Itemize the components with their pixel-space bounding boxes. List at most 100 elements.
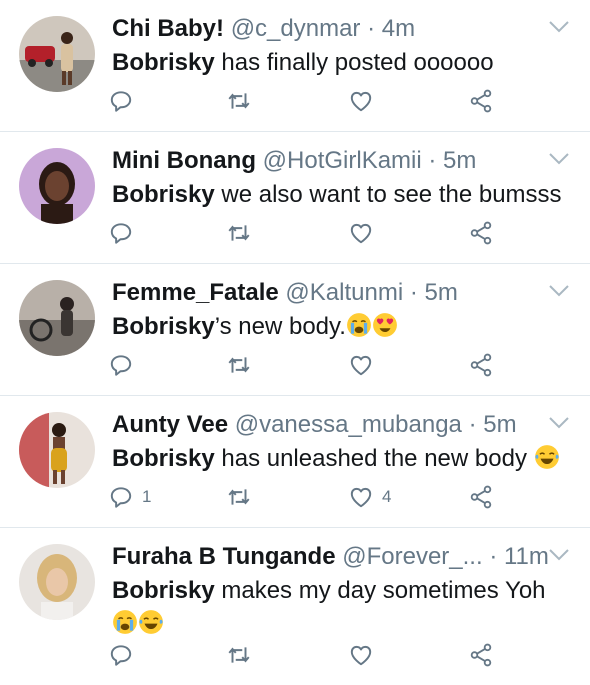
tweet-text: Bobrisky’s new body. [112,310,570,343]
retweet-button[interactable] [226,640,252,670]
retweet-icon [226,642,252,668]
display-name[interactable]: Furaha B Tungande [112,543,336,570]
share-button[interactable] [468,640,494,670]
timestamp[interactable]: 5m [443,147,476,174]
tweet[interactable]: Mini Bonang @HotGirlKamii · 5m Bobrisky … [0,132,590,264]
tweet-header: Mini Bonang @HotGirlKamii · 5m [112,145,550,177]
timestamp[interactable]: 11m [504,543,549,570]
mention[interactable]: Bobrisky [112,49,215,76]
reply-button[interactable] [108,640,142,670]
avatar[interactable] [19,16,95,92]
retweet-button[interactable] [226,482,252,512]
separator: · [367,15,376,42]
tweet-content: makes my day sometimes Yoh [214,577,546,604]
like-icon [348,484,374,510]
chevron-down-icon[interactable] [548,20,570,34]
tweet-actions [108,640,508,670]
tweet[interactable]: Femme_Fatale @Kaltunmi · 5m Bobrisky’s n… [0,264,590,396]
share-button[interactable] [468,218,494,248]
retweet-icon [226,88,252,114]
retweet-button[interactable] [226,86,252,116]
avatar[interactable] [19,544,95,620]
mention[interactable]: Bobrisky [112,445,215,472]
tweet-actions [108,350,508,380]
tweet-text: Bobrisky has unleashed the new body [112,442,570,475]
tweet-content: ’s new body. [214,313,346,340]
retweet-button[interactable] [226,350,252,380]
share-button[interactable] [468,350,494,380]
timestamp[interactable]: 5m [425,279,458,306]
reply-button[interactable] [108,86,142,116]
timestamp[interactable]: 4m [382,15,415,42]
chevron-down-icon[interactable] [548,284,570,298]
tweet[interactable]: Furaha B Tungande @Forever_... · 11m Bob… [0,528,590,685]
mention[interactable]: Bobrisky [112,181,215,208]
reply-icon [108,352,134,378]
reply-icon [108,220,134,246]
share-icon [468,352,494,378]
crying-emoji-icon [112,609,138,635]
display-name[interactable]: Aunty Vee [112,411,228,438]
tweet-header: Furaha B Tungande @Forever_... · 11m [112,541,550,573]
tweet-feed: Chi Baby! @c_dynmar · 4m Bobrisky has fi… [0,0,590,685]
user-handle[interactable]: @Kaltunmi [285,279,403,306]
reply-icon [108,88,134,114]
display-name[interactable]: Chi Baby! [112,15,224,42]
timestamp[interactable]: 5m [483,411,516,438]
chevron-down-icon[interactable] [548,416,570,430]
display-name[interactable]: Mini Bonang [112,147,256,174]
share-button[interactable] [468,482,494,512]
retweet-button[interactable] [226,218,252,248]
tweet-text: Bobrisky makes my day sometimes Yoh [112,574,570,640]
reply-icon [108,484,134,510]
avatar[interactable] [19,148,95,224]
reply-button[interactable] [108,218,142,248]
like-button[interactable] [348,640,382,670]
mention[interactable]: Bobrisky [112,313,215,340]
like-button[interactable] [348,86,382,116]
separator: · [409,279,418,306]
tweet-actions [108,86,508,116]
tears-of-joy-emoji-icon [534,444,560,470]
like-button[interactable] [348,350,382,380]
tears-of-joy-emoji-icon [138,609,164,635]
retweet-icon [226,220,252,246]
share-icon [468,220,494,246]
tweet-actions: 1 4 [108,482,508,512]
avatar[interactable] [19,412,95,488]
tweet-text: Bobrisky we also want to see the bumsss [112,178,570,211]
tweet-header: Aunty Vee @vanessa_mubanga · 5m [112,409,550,441]
like-button[interactable] [348,218,382,248]
retweet-icon [226,352,252,378]
retweet-icon [226,484,252,510]
user-handle[interactable]: @c_dynmar [231,15,361,42]
reply-icon [108,642,134,668]
share-icon [468,642,494,668]
share-icon [468,88,494,114]
display-name[interactable]: Femme_Fatale [112,279,279,306]
like-icon [348,642,374,668]
tweet-content: we also want to see the bumsss [214,181,562,208]
chevron-down-icon[interactable] [548,152,570,166]
separator: · [468,411,477,438]
mention[interactable]: Bobrisky [112,577,215,604]
chevron-down-icon[interactable] [548,548,570,562]
separator: · [489,543,498,570]
heart-eyes-emoji-icon [372,312,398,338]
like-count: 4 [382,487,392,506]
tweet[interactable]: Chi Baby! @c_dynmar · 4m Bobrisky has fi… [0,0,590,132]
tweet[interactable]: Aunty Vee @vanessa_mubanga · 5m Bobrisky… [0,396,590,528]
like-icon [348,88,374,114]
reply-count: 1 [142,487,152,506]
like-button[interactable]: 4 [348,482,391,512]
like-icon [348,352,374,378]
user-handle[interactable]: @HotGirlKamii [263,147,422,174]
reply-button[interactable]: 1 [108,482,151,512]
reply-button[interactable] [108,350,142,380]
tweet-content: has unleashed the new body [214,445,534,472]
share-button[interactable] [468,86,494,116]
share-icon [468,484,494,510]
user-handle[interactable]: @Forever_... [342,543,482,570]
user-handle[interactable]: @vanessa_mubanga [235,411,462,438]
avatar[interactable] [19,280,95,356]
